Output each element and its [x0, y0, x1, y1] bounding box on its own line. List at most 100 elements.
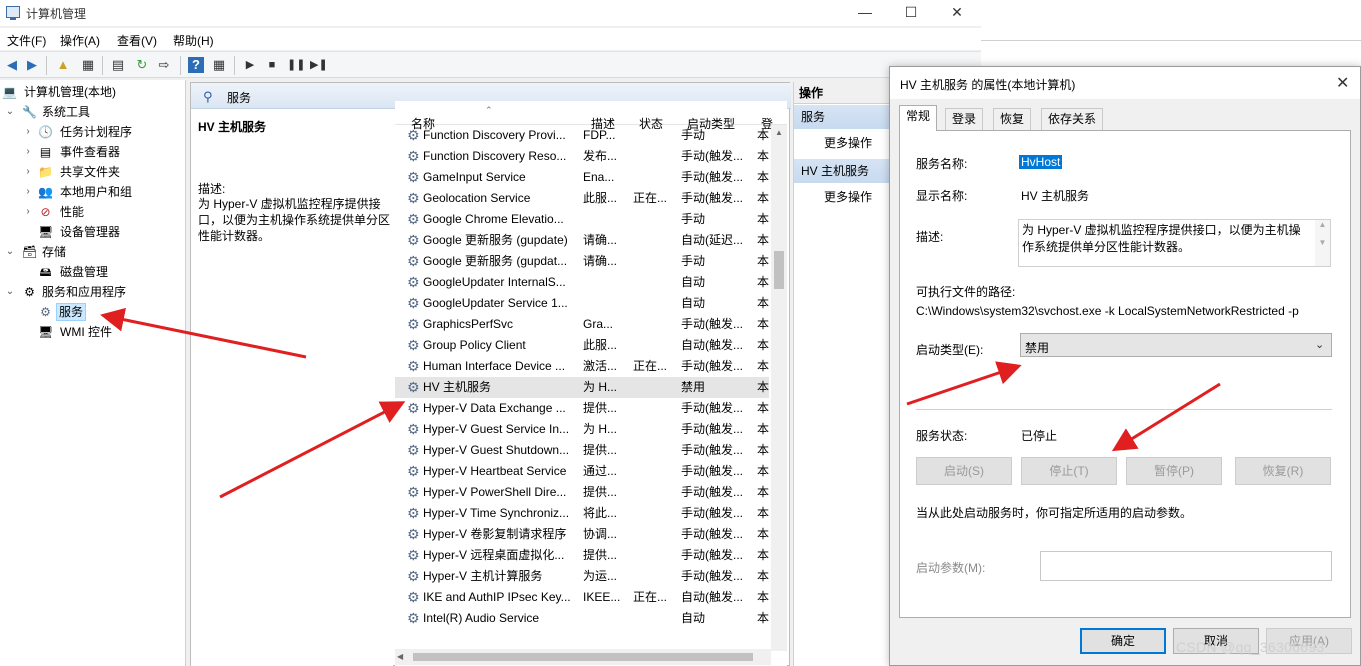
- table-row[interactable]: ⚙ Group Policy Client 此服... 自动(触发... 本: [395, 335, 769, 356]
- start-params-input[interactable]: [1040, 551, 1332, 581]
- chevron-right-icon[interactable]: ›: [22, 142, 34, 162]
- chevron-down-icon[interactable]: ⌄: [4, 242, 16, 262]
- description-field[interactable]: 为 Hyper-V 虚拟机监控程序提供接口，以便为主机操作系统提供单分区性能计数…: [1018, 219, 1331, 267]
- menu-help[interactable]: 帮助(H): [173, 32, 214, 49]
- table-row[interactable]: ⚙ Hyper-V 卷影复制请求程序 协调... 手动(触发... 本: [395, 524, 769, 545]
- table-row[interactable]: ⚙ Hyper-V 主机计算服务 为运... 手动(触发... 本: [395, 566, 769, 587]
- wmi-icon: 🖥: [38, 325, 54, 339]
- description-label: 描述:: [916, 230, 944, 244]
- search-icon: ⚲: [203, 89, 213, 104]
- show-hide-action-pane-icon[interactable]: ▦: [211, 57, 227, 73]
- table-row[interactable]: ⚙ Google Chrome Elevatio... 手动 本: [395, 209, 769, 230]
- back-arrow-icon[interactable]: ◀: [4, 57, 20, 73]
- service-description-cell: 通过...: [583, 464, 618, 478]
- refresh-icon[interactable]: ↻: [134, 57, 150, 73]
- more-actions-link[interactable]: 更多操作: [824, 134, 872, 151]
- service-name-cell: Human Interface Device ...: [423, 359, 566, 373]
- startup-type-select[interactable]: 禁用 ⌄: [1020, 333, 1332, 357]
- table-row[interactable]: ⚙ GameInput Service Ena... 手动(触发... 本: [395, 167, 769, 188]
- console-tree-icon[interactable]: ▦: [80, 57, 96, 73]
- service-name-cell: Function Discovery Reso...: [423, 149, 567, 163]
- actions-group-hvhost[interactable]: HV 主机服务: [794, 159, 894, 183]
- table-row[interactable]: ⚙ Hyper-V Data Exchange ... 提供... 手动(触发... 本: [395, 398, 769, 419]
- forward-arrow-icon[interactable]: ▶: [24, 57, 40, 73]
- table-row[interactable]: ⚙ Hyper-V Heartbeat Service 通过... 手动(触发... 本: [395, 461, 769, 482]
- gear-icon: ⚙: [407, 211, 420, 227]
- service-name-cell: Google 更新服务 (gupdate): [423, 233, 568, 247]
- start-service-icon[interactable]: ▶: [242, 57, 258, 73]
- service-logon-cell: 本: [757, 170, 769, 184]
- service-description-cell: 激活...: [583, 359, 618, 373]
- stop-service-icon[interactable]: ■: [264, 57, 280, 73]
- scroll-thumb[interactable]: [774, 251, 784, 289]
- service-logon-cell: 本: [757, 569, 769, 583]
- menu-file[interactable]: 文件(F): [7, 32, 46, 49]
- table-row[interactable]: ⚙ Function Discovery Provi... FDP... 手动 本: [395, 125, 769, 146]
- scroll-up-icon[interactable]: ▲: [771, 125, 787, 141]
- exe-path-value: C:\Windows\system32\svchost.exe -k Local…: [916, 304, 1299, 318]
- start-button[interactable]: 启动(S): [916, 457, 1012, 485]
- service-startup-cell: 手动(触发...: [681, 401, 743, 415]
- close-icon[interactable]: ✕: [1336, 73, 1349, 93]
- actions-group-services[interactable]: 服务: [794, 105, 894, 129]
- scroll-thumb[interactable]: [413, 653, 753, 661]
- table-row[interactable]: ⚙ GoogleUpdater Service 1... 自动 本: [395, 293, 769, 314]
- close-button[interactable]: ✕: [934, 2, 980, 24]
- tab-dependencies[interactable]: 依存关系: [1041, 108, 1104, 130]
- display-name-value[interactable]: HV 主机服务: [1021, 187, 1089, 204]
- chevron-right-icon[interactable]: ›: [22, 162, 34, 182]
- pause-button[interactable]: 暂停(P): [1126, 457, 1222, 485]
- chevron-right-icon[interactable]: ›: [22, 202, 34, 222]
- table-row[interactable]: ⚙ Hyper-V Guest Shutdown... 提供... 手动(触发... 本: [395, 440, 769, 461]
- service-status-label: 服务状态:: [916, 429, 968, 443]
- menu-view[interactable]: 查看(V): [117, 32, 157, 49]
- chevron-right-icon[interactable]: ›: [22, 122, 34, 142]
- table-row[interactable]: ⚙ Google 更新服务 (gupdat... 请确... 手动 本: [395, 251, 769, 272]
- tab-recovery[interactable]: 恢复: [993, 108, 1032, 130]
- users-icon: 👥: [38, 185, 53, 199]
- export-list-icon[interactable]: ⇨: [156, 57, 172, 73]
- chevron-down-icon[interactable]: ⌄: [4, 102, 16, 122]
- description-scrollbar[interactable]: ▲ ▼: [1315, 220, 1330, 266]
- service-startup-cell: 手动(触发...: [681, 149, 743, 163]
- resume-button[interactable]: 恢复(R): [1235, 457, 1331, 485]
- table-row[interactable]: ⚙ Function Discovery Reso... 发布... 手动(触发...…: [395, 146, 769, 167]
- service-name-cell: Hyper-V PowerShell Dire...: [423, 485, 567, 499]
- table-row[interactable]: ⚙ GraphicsPerfSvc Gra... 手动(触发... 本: [395, 314, 769, 335]
- maximize-button[interactable]: ☐: [888, 2, 934, 24]
- chevron-down-icon[interactable]: ⌄: [4, 282, 16, 302]
- table-row[interactable]: ⚙ Hyper-V 远程桌面虚拟化... 提供... 手动(触发... 本: [395, 545, 769, 566]
- console-tree: 💻 计算机管理(本地) ⌄ 🔧 系统工具 › 🕓 任务计划程序 › ▤ 事件查看…: [0, 80, 186, 666]
- table-row[interactable]: ⚙ Google 更新服务 (gupdate) 请确... 自动(延迟... 本: [395, 230, 769, 251]
- tab-logon[interactable]: 登录: [945, 108, 984, 130]
- table-row[interactable]: ⚙ Human Interface Device ... 激活... 正在... 手动(…: [395, 356, 769, 377]
- minimize-button[interactable]: —: [842, 2, 888, 24]
- performance-icon: ⊘: [40, 205, 51, 219]
- help-icon[interactable]: ?: [188, 57, 204, 73]
- menu-action[interactable]: 操作(A): [60, 32, 100, 49]
- service-name-value[interactable]: HvHost: [1019, 155, 1063, 169]
- pause-service-icon[interactable]: ❚❚: [287, 57, 305, 73]
- more-actions-link[interactable]: 更多操作: [824, 188, 872, 205]
- service-logon-cell: 本: [757, 359, 769, 373]
- ok-button[interactable]: 确定: [1080, 628, 1166, 654]
- table-row[interactable]: ⚙ Hyper-V PowerShell Dire... 提供... 手动(触发...…: [395, 482, 769, 503]
- table-row[interactable]: ⚙ Intel(R) Audio Service 自动 本: [395, 608, 769, 629]
- properties-icon[interactable]: ▤: [110, 57, 126, 73]
- table-row[interactable]: ⚙ GoogleUpdater InternalS... 自动 本: [395, 272, 769, 293]
- vertical-scrollbar[interactable]: ▲: [771, 125, 787, 651]
- table-row[interactable]: ⚙ IKE and AuthIP IPsec Key... IKEE... 正在...…: [395, 587, 769, 608]
- horizontal-scrollbar[interactable]: ◀: [395, 649, 771, 665]
- table-row[interactable]: ⚙ Geolocation Service 此服... 正在... 手动(触发... 本: [395, 188, 769, 209]
- stop-button[interactable]: 停止(T): [1021, 457, 1117, 485]
- tab-general[interactable]: 常规: [899, 105, 938, 131]
- chevron-right-icon[interactable]: ›: [22, 182, 34, 202]
- service-logon-cell: 本: [757, 506, 769, 520]
- table-row[interactable]: ⚙ Hyper-V Time Synchroniz... 将此... 手动(触发...…: [395, 503, 769, 524]
- table-row[interactable]: ⚙ HV 主机服务 为 H... 禁用 本: [395, 377, 769, 398]
- table-row[interactable]: ⚙ Hyper-V Guest Service In... 为 H... 手动(触发.…: [395, 419, 769, 440]
- restart-service-icon[interactable]: ▶❚: [310, 57, 328, 73]
- scroll-left-icon[interactable]: ◀: [397, 649, 403, 665]
- up-folder-icon[interactable]: ▲: [55, 57, 71, 73]
- actions-title: 操作: [794, 82, 894, 104]
